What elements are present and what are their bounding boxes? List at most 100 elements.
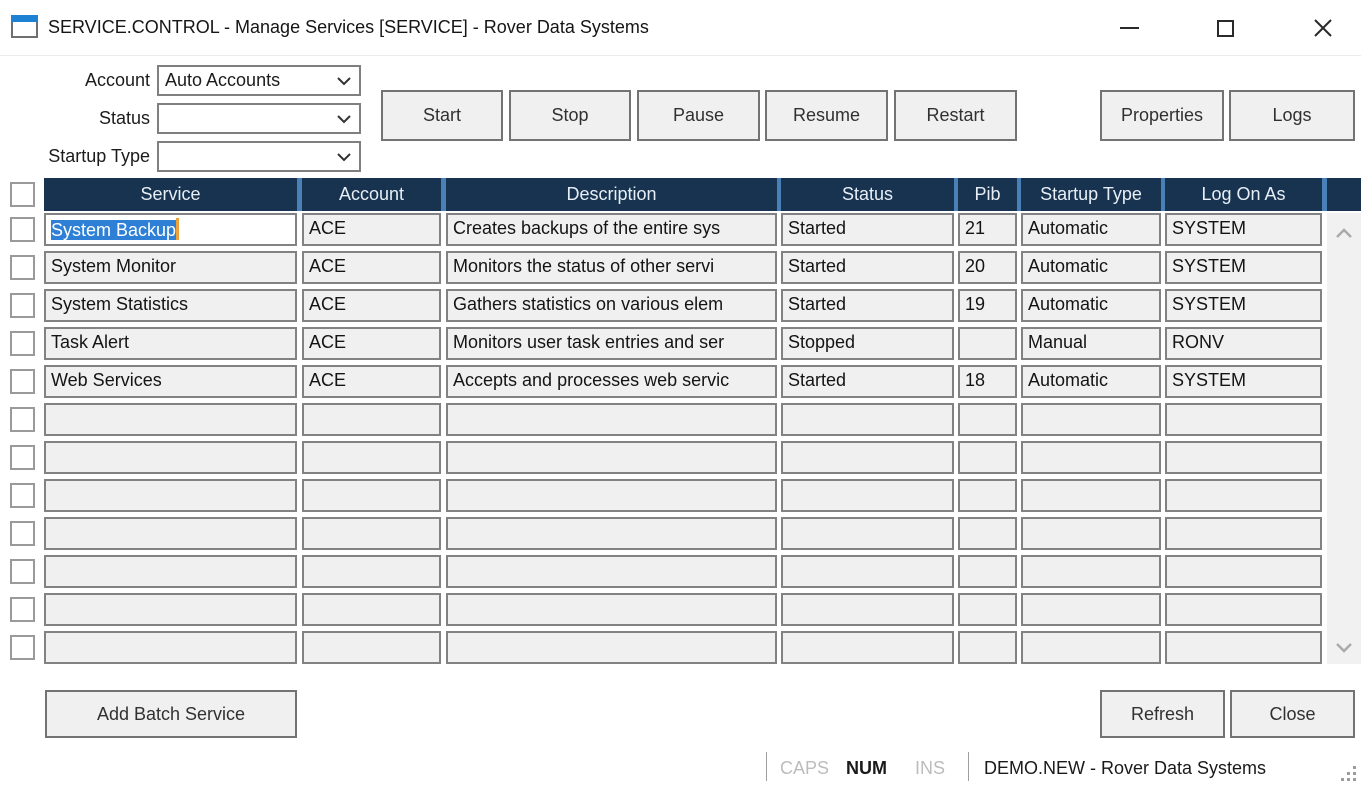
table-cell-description[interactable]: Monitors the status of other servi bbox=[446, 251, 777, 284]
table-cell-startup_type[interactable]: Manual bbox=[1021, 327, 1161, 360]
table-cell-account[interactable] bbox=[302, 631, 441, 664]
table-cell-service[interactable] bbox=[44, 555, 297, 588]
start-button[interactable]: Start bbox=[381, 90, 503, 141]
table-cell-account[interactable] bbox=[302, 593, 441, 626]
table-cell-description[interactable] bbox=[446, 593, 777, 626]
refresh-button[interactable]: Refresh bbox=[1100, 690, 1225, 738]
table-cell-service[interactable]: Task Alert bbox=[44, 327, 297, 360]
table-cell-account[interactable] bbox=[302, 555, 441, 588]
vertical-scrollbar[interactable] bbox=[1327, 213, 1361, 664]
table-cell-account[interactable]: ACE bbox=[302, 327, 441, 360]
row-checkbox[interactable] bbox=[10, 293, 35, 318]
add-batch-service-button[interactable]: Add Batch Service bbox=[45, 690, 297, 738]
table-cell-description[interactable]: Gathers statistics on various elem bbox=[446, 289, 777, 322]
table-cell-log_on_as[interactable] bbox=[1165, 631, 1322, 664]
column-header-startup_type[interactable]: Startup Type bbox=[1021, 178, 1161, 211]
table-cell-service[interactable] bbox=[44, 441, 297, 474]
select-all-checkbox[interactable] bbox=[10, 182, 35, 207]
table-cell-service[interactable] bbox=[44, 593, 297, 626]
column-header-account[interactable]: Account bbox=[302, 178, 441, 211]
close-button[interactable] bbox=[1294, 6, 1352, 50]
table-cell-startup_type[interactable]: Automatic bbox=[1021, 213, 1161, 246]
table-cell-status[interactable] bbox=[781, 517, 954, 550]
table-cell-account[interactable]: ACE bbox=[302, 251, 441, 284]
table-cell-log_on_as[interactable]: SYSTEM bbox=[1165, 289, 1322, 322]
table-cell-startup_type[interactable] bbox=[1021, 593, 1161, 626]
table-cell-service[interactable] bbox=[44, 631, 297, 664]
row-checkbox[interactable] bbox=[10, 255, 35, 280]
table-cell-description[interactable] bbox=[446, 441, 777, 474]
column-header-log_on_as[interactable]: Log On As bbox=[1165, 178, 1322, 211]
table-cell-log_on_as[interactable]: SYSTEM bbox=[1165, 251, 1322, 284]
table-cell-status[interactable]: Started bbox=[781, 213, 954, 246]
table-cell-pib[interactable]: 19 bbox=[958, 289, 1017, 322]
table-cell-startup_type[interactable] bbox=[1021, 441, 1161, 474]
scroll-up-button[interactable] bbox=[1327, 218, 1361, 248]
table-cell-description[interactable]: Monitors user task entries and ser bbox=[446, 327, 777, 360]
table-cell-account[interactable]: ACE bbox=[302, 289, 441, 322]
table-cell-description[interactable]: Accepts and processes web servic bbox=[446, 365, 777, 398]
stop-button[interactable]: Stop bbox=[509, 90, 631, 141]
table-cell-pib[interactable] bbox=[958, 441, 1017, 474]
table-cell-account[interactable] bbox=[302, 441, 441, 474]
row-checkbox[interactable] bbox=[10, 597, 35, 622]
table-cell-description[interactable] bbox=[446, 403, 777, 436]
table-cell-account[interactable]: ACE bbox=[302, 365, 441, 398]
table-cell-status[interactable] bbox=[781, 441, 954, 474]
table-cell-status[interactable] bbox=[781, 403, 954, 436]
table-cell-status[interactable]: Stopped bbox=[781, 327, 954, 360]
table-cell-description[interactable] bbox=[446, 631, 777, 664]
table-cell-log_on_as[interactable] bbox=[1165, 441, 1322, 474]
table-cell-status[interactable]: Started bbox=[781, 365, 954, 398]
table-cell-account[interactable]: ACE bbox=[302, 213, 441, 246]
table-cell-service[interactable]: Web Services bbox=[44, 365, 297, 398]
table-cell-status[interactable] bbox=[781, 555, 954, 588]
row-checkbox[interactable] bbox=[10, 369, 35, 394]
status-dropdown[interactable] bbox=[157, 103, 361, 134]
row-checkbox[interactable] bbox=[10, 331, 35, 356]
table-cell-startup_type[interactable] bbox=[1021, 555, 1161, 588]
table-cell-pib[interactable]: 20 bbox=[958, 251, 1017, 284]
minimize-button[interactable] bbox=[1100, 6, 1158, 50]
table-cell-pib[interactable] bbox=[958, 593, 1017, 626]
table-cell-log_on_as[interactable] bbox=[1165, 479, 1322, 512]
table-cell-service[interactable] bbox=[44, 517, 297, 550]
row-checkbox[interactable] bbox=[10, 445, 35, 470]
row-checkbox[interactable] bbox=[10, 521, 35, 546]
table-cell-pib[interactable] bbox=[958, 517, 1017, 550]
row-checkbox[interactable] bbox=[10, 217, 35, 242]
table-cell-status[interactable]: Started bbox=[781, 289, 954, 322]
table-cell-service[interactable]: System Statistics bbox=[44, 289, 297, 322]
table-cell-service[interactable] bbox=[44, 403, 297, 436]
table-cell-startup_type[interactable] bbox=[1021, 403, 1161, 436]
table-cell-description[interactable] bbox=[446, 555, 777, 588]
maximize-button[interactable] bbox=[1196, 6, 1254, 50]
table-cell-pib[interactable] bbox=[958, 631, 1017, 664]
scroll-down-button[interactable] bbox=[1327, 632, 1361, 662]
row-checkbox[interactable] bbox=[10, 559, 35, 584]
table-cell-startup_type[interactable] bbox=[1021, 631, 1161, 664]
table-cell-pib[interactable] bbox=[958, 327, 1017, 360]
close-dialog-button[interactable]: Close bbox=[1230, 690, 1355, 738]
column-header-pib[interactable]: Pib bbox=[958, 178, 1017, 211]
table-cell-service[interactable] bbox=[44, 479, 297, 512]
table-cell-description[interactable] bbox=[446, 479, 777, 512]
table-cell-service-selected[interactable]: System Backup bbox=[44, 213, 297, 246]
column-header-status[interactable]: Status bbox=[781, 178, 954, 211]
column-header-service[interactable]: Service bbox=[44, 178, 297, 211]
row-checkbox[interactable] bbox=[10, 483, 35, 508]
table-cell-pib[interactable]: 21 bbox=[958, 213, 1017, 246]
table-cell-log_on_as[interactable] bbox=[1165, 403, 1322, 436]
table-cell-status[interactable]: Started bbox=[781, 251, 954, 284]
table-cell-startup_type[interactable]: Automatic bbox=[1021, 251, 1161, 284]
table-cell-description[interactable]: Creates backups of the entire sys bbox=[446, 213, 777, 246]
table-cell-account[interactable] bbox=[302, 479, 441, 512]
table-cell-startup_type[interactable]: Automatic bbox=[1021, 365, 1161, 398]
table-cell-account[interactable] bbox=[302, 403, 441, 436]
table-cell-account[interactable] bbox=[302, 517, 441, 550]
table-cell-startup_type[interactable] bbox=[1021, 517, 1161, 550]
table-cell-log_on_as[interactable] bbox=[1165, 555, 1322, 588]
table-cell-pib[interactable] bbox=[958, 403, 1017, 436]
table-cell-startup_type[interactable] bbox=[1021, 479, 1161, 512]
table-cell-status[interactable] bbox=[781, 593, 954, 626]
